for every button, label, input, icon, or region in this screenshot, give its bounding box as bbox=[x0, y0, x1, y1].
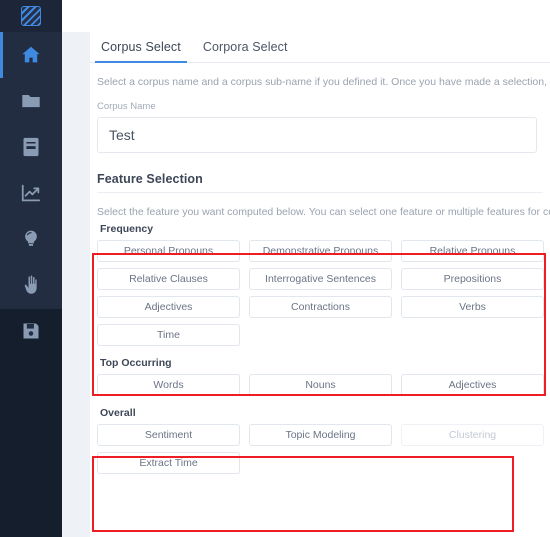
feature-button-topic-modeling[interactable]: Topic Modeling bbox=[249, 424, 392, 446]
content-gutter bbox=[62, 32, 90, 537]
feature-group-title: Overall bbox=[100, 407, 136, 419]
feature-selection-title: Feature Selection bbox=[97, 172, 203, 186]
corpus-description: Select a corpus name and a corpus sub-na… bbox=[97, 76, 550, 88]
feature-selection-description: Select the feature you want computed bel… bbox=[97, 206, 550, 218]
feature-group-top-occurring: Top Occurring Words Nouns Adjectives bbox=[97, 352, 546, 402]
feature-button-relative-pronouns[interactable]: Relative Pronouns bbox=[401, 240, 544, 262]
feature-button-adjectives[interactable]: Adjectives bbox=[97, 296, 240, 318]
chart-icon bbox=[20, 182, 42, 204]
app-window: Corpus Select Corpora Select Select a co… bbox=[0, 0, 550, 537]
feature-button-clustering: Clustering bbox=[401, 424, 544, 446]
book-icon bbox=[21, 136, 41, 158]
left-sidebar bbox=[0, 0, 62, 537]
tab-corpora-select[interactable]: Corpora Select bbox=[192, 40, 299, 62]
feature-button-words[interactable]: Words bbox=[97, 374, 240, 396]
sidebar-item-manual[interactable] bbox=[0, 262, 62, 308]
feature-button-row: Sentiment Topic Modeling Clustering bbox=[97, 424, 546, 452]
striped-square-logo-icon bbox=[21, 6, 41, 26]
feature-groups: Frequency Personal Pronouns Demonstrative … bbox=[90, 218, 550, 480]
folder-icon bbox=[20, 90, 42, 112]
feature-button-interrogative-sentences[interactable]: Interrogative Sentences bbox=[249, 268, 392, 290]
feature-button-sentiment[interactable]: Sentiment bbox=[97, 424, 240, 446]
feature-button-row: Personal Pronouns Demonstrative Pronouns R… bbox=[97, 240, 546, 268]
sidebar-header bbox=[0, 0, 62, 32]
sidebar-item-insights[interactable] bbox=[0, 216, 62, 262]
feature-button-time[interactable]: Time bbox=[97, 324, 240, 346]
feature-button-adjectives[interactable]: Adjectives bbox=[401, 374, 544, 396]
sidebar-item-documents[interactable] bbox=[0, 124, 62, 170]
feature-button-personal-pronouns[interactable]: Personal Pronouns bbox=[97, 240, 240, 262]
corpus-name-label: Corpus Name bbox=[97, 101, 156, 112]
feature-button-verbs[interactable]: Verbs bbox=[401, 296, 544, 318]
sidebar-item-save[interactable] bbox=[0, 308, 62, 354]
tab-bar: Corpus Select Corpora Select bbox=[90, 32, 550, 63]
feature-button-prepositions[interactable]: Prepositions bbox=[401, 268, 544, 290]
feature-group-frequency: Frequency Personal Pronouns Demonstrative … bbox=[97, 218, 546, 352]
corpus-name-input[interactable] bbox=[97, 117, 537, 153]
save-icon bbox=[21, 321, 41, 341]
feature-button-row: Relative Clauses Interrogative Sentences P… bbox=[97, 268, 546, 296]
feature-button-nouns[interactable]: Nouns bbox=[249, 374, 392, 396]
home-icon bbox=[20, 44, 42, 66]
feature-group-overall: Overall Sentiment Topic Modeling Clustering… bbox=[97, 402, 546, 480]
tab-corpus-select[interactable]: Corpus Select bbox=[90, 40, 192, 63]
feature-button-demonstrative-pronouns[interactable]: Demonstrative Pronouns bbox=[249, 240, 392, 262]
sidebar-item-home[interactable] bbox=[0, 32, 62, 78]
lightbulb-icon bbox=[21, 228, 41, 250]
feature-button-row: Extract Time bbox=[97, 452, 546, 480]
feature-button-row: Adjectives Contractions Verbs bbox=[97, 296, 546, 324]
feature-button-relative-clauses[interactable]: Relative Clauses bbox=[97, 268, 240, 290]
feature-group-title: Frequency bbox=[100, 223, 154, 235]
hand-icon bbox=[21, 274, 41, 296]
feature-button-row: Time bbox=[97, 324, 546, 352]
feature-button-row: Words Nouns Adjectives bbox=[97, 374, 546, 402]
top-header-bar bbox=[62, 0, 550, 32]
main-content: Corpus Select Corpora Select Select a co… bbox=[90, 32, 550, 537]
feature-button-extract-time[interactable]: Extract Time bbox=[97, 452, 240, 474]
sidebar-item-analytics[interactable] bbox=[0, 170, 62, 216]
app-logo[interactable] bbox=[0, 0, 62, 32]
sidebar-item-corpora[interactable] bbox=[0, 78, 62, 124]
sidebar-nav bbox=[0, 32, 62, 339]
feature-button-contractions[interactable]: Contractions bbox=[249, 296, 392, 318]
feature-group-title: Top Occurring bbox=[100, 357, 172, 369]
